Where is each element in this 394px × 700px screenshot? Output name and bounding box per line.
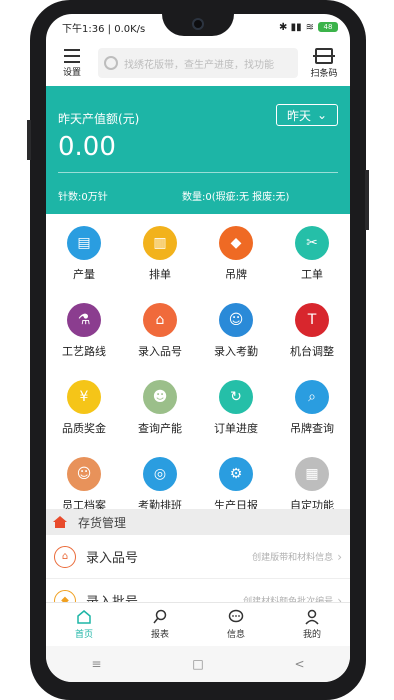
grid-item-label: 产量 xyxy=(73,268,95,281)
worker-icon: ☻ xyxy=(143,380,177,414)
grid-item-label: 订单进度 xyxy=(214,422,258,435)
section-title: 存货管理 xyxy=(78,515,127,530)
status-speed: 0.0K/s xyxy=(114,23,146,35)
sewing-machine-icon: ✂ xyxy=(295,226,329,260)
volume-button xyxy=(27,120,31,160)
tag-icon: ◆ xyxy=(219,226,253,260)
tag-search-icon: ⌕ xyxy=(295,380,329,414)
signal-icon: ✱ ▮▮ xyxy=(279,21,302,33)
search-placeholder: 找绣花版带，查生产进度，找功能 xyxy=(124,59,274,71)
grid-item-label: 查询产能 xyxy=(138,422,182,435)
grid-item[interactable]: ¥ 品质奖金 xyxy=(46,368,122,444)
tajima-logo-icon: T xyxy=(295,303,329,337)
grid-item[interactable]: ☺ 录入考勤 xyxy=(198,291,274,367)
tab-profile[interactable]: 我的 xyxy=(274,603,350,646)
house-icon xyxy=(52,515,68,529)
house-icon: ⌂ xyxy=(143,303,177,337)
top-bar: 设置 找绣花版带，查生产进度，找功能 扫条码 xyxy=(46,40,350,86)
settings-button[interactable]: 设置 xyxy=(52,48,92,78)
grid-item[interactable]: ⌂ 录入品号 xyxy=(122,291,198,367)
chevron-down-icon: ⌄ xyxy=(316,108,328,122)
scan-icon xyxy=(313,47,335,64)
house-icon: ⌂ xyxy=(54,545,76,568)
grid-item-label: 工单 xyxy=(301,268,323,281)
tab-label: 报表 xyxy=(150,630,169,640)
output-title: 昨天产值额(元) xyxy=(58,112,140,126)
battery-icon: 48 xyxy=(318,22,338,32)
grid-item-label: 吊牌查询 xyxy=(290,422,334,435)
power-button xyxy=(365,170,369,230)
tab-label: 我的 xyxy=(302,630,321,640)
tab-messages[interactable]: 信息 xyxy=(198,603,274,646)
scan-label: 扫条码 xyxy=(310,68,338,79)
person-icon: ☺ xyxy=(219,303,253,337)
robot-arm-icon: ⚙ xyxy=(219,457,253,491)
bottom-tab-bar: 首页 报表 信息 我的 xyxy=(46,602,350,646)
grid-item[interactable]: ⌕ 吊牌查询 xyxy=(274,368,350,444)
list-item[interactable]: ⌂ 录入品号 创建版带和材料信息 › xyxy=(46,535,350,579)
grid-item[interactable]: ↻ 订单进度 xyxy=(198,368,274,444)
grid-item[interactable]: ✂ 工单 xyxy=(274,214,350,290)
bonus-icon: ¥ xyxy=(67,380,101,414)
search-icon xyxy=(152,609,168,625)
home-nav-button[interactable]: □ xyxy=(192,657,203,671)
tab-home[interactable]: 首页 xyxy=(46,603,122,646)
section-header: 存货管理 xyxy=(46,509,350,535)
camera-notch xyxy=(162,14,234,36)
grid-item-label: 品质奖金 xyxy=(62,422,106,435)
tab-label: 首页 xyxy=(74,630,93,640)
grid-item[interactable]: ⚗ 工艺路线 xyxy=(46,291,122,367)
grid-item-label: 录入考勤 xyxy=(214,345,258,358)
search-input[interactable]: 找绣花版带，查生产进度，找功能 xyxy=(98,48,298,78)
flask-icon: ⚗ xyxy=(67,303,101,337)
menu-icon xyxy=(64,48,80,63)
home-icon xyxy=(76,609,92,625)
fingerprint-icon: ◎ xyxy=(143,457,177,491)
tab-reports[interactable]: 报表 xyxy=(122,603,198,646)
schedule-chart-icon: ▥ xyxy=(143,226,177,260)
output-amount: 0.00 xyxy=(58,132,116,162)
grid-item[interactable]: ◆ 吊牌 xyxy=(198,214,274,290)
chat-icon xyxy=(228,609,244,625)
grid-item[interactable]: T 机台调整 xyxy=(274,291,350,367)
grid-item-label: 吊牌 xyxy=(225,268,247,281)
period-selector[interactable]: 昨天 ⌄ xyxy=(276,104,338,126)
grid-item[interactable]: ▥ 排单 xyxy=(122,214,198,290)
grid-item-label: 排单 xyxy=(149,268,171,281)
tab-label: 信息 xyxy=(226,630,245,640)
search-icon xyxy=(104,56,118,70)
back-nav-button[interactable]: < xyxy=(295,657,305,671)
settings-label: 设置 xyxy=(62,67,81,78)
grid-item[interactable]: ☻ 查询产能 xyxy=(122,368,198,444)
stitch-count: 针数:0万针 xyxy=(58,192,108,203)
menu-nav-button[interactable]: ≡ xyxy=(91,657,101,671)
grid-item-label: 录入品号 xyxy=(138,345,182,358)
status-time: 下午1:36 xyxy=(62,23,105,35)
output-summary-banner: 昨天产值额(元) 昨天 ⌄ 0.00 针数:0万针 数量:0(瑕疵:无 报废:无… xyxy=(46,86,350,214)
chevron-right-icon: › xyxy=(337,549,342,564)
user-icon xyxy=(304,609,320,625)
production-icon: ▤ xyxy=(67,226,101,260)
grid-item-label: 机台调整 xyxy=(290,345,334,358)
grid-icon: ▦ xyxy=(295,457,329,491)
divider xyxy=(58,172,338,173)
wifi-icon: ≋ xyxy=(305,21,314,33)
period-label: 昨天 xyxy=(286,108,311,123)
employee-avatar-icon: ☺ xyxy=(67,457,101,491)
quantity-summary: 数量:0(瑕疵:无 报废:无) xyxy=(182,192,290,203)
order-progress-icon: ↻ xyxy=(219,380,253,414)
grid-item-label: 工艺路线 xyxy=(62,345,106,358)
scan-barcode-button[interactable]: 扫条码 xyxy=(304,47,344,79)
list-item-title: 录入品号 xyxy=(86,551,139,566)
grid-item[interactable]: ▤ 产量 xyxy=(46,214,122,290)
camera-icon xyxy=(192,18,204,30)
app-screen: 下午1:36 | 0.0K/s ✱ ▮▮ ≋ 48 设置 找绣花版带，查生产进度… xyxy=(46,14,350,682)
system-nav-bar: ≡ □ < xyxy=(46,646,350,682)
list-item-subtitle: 创建版带和材料信息 xyxy=(252,553,334,563)
